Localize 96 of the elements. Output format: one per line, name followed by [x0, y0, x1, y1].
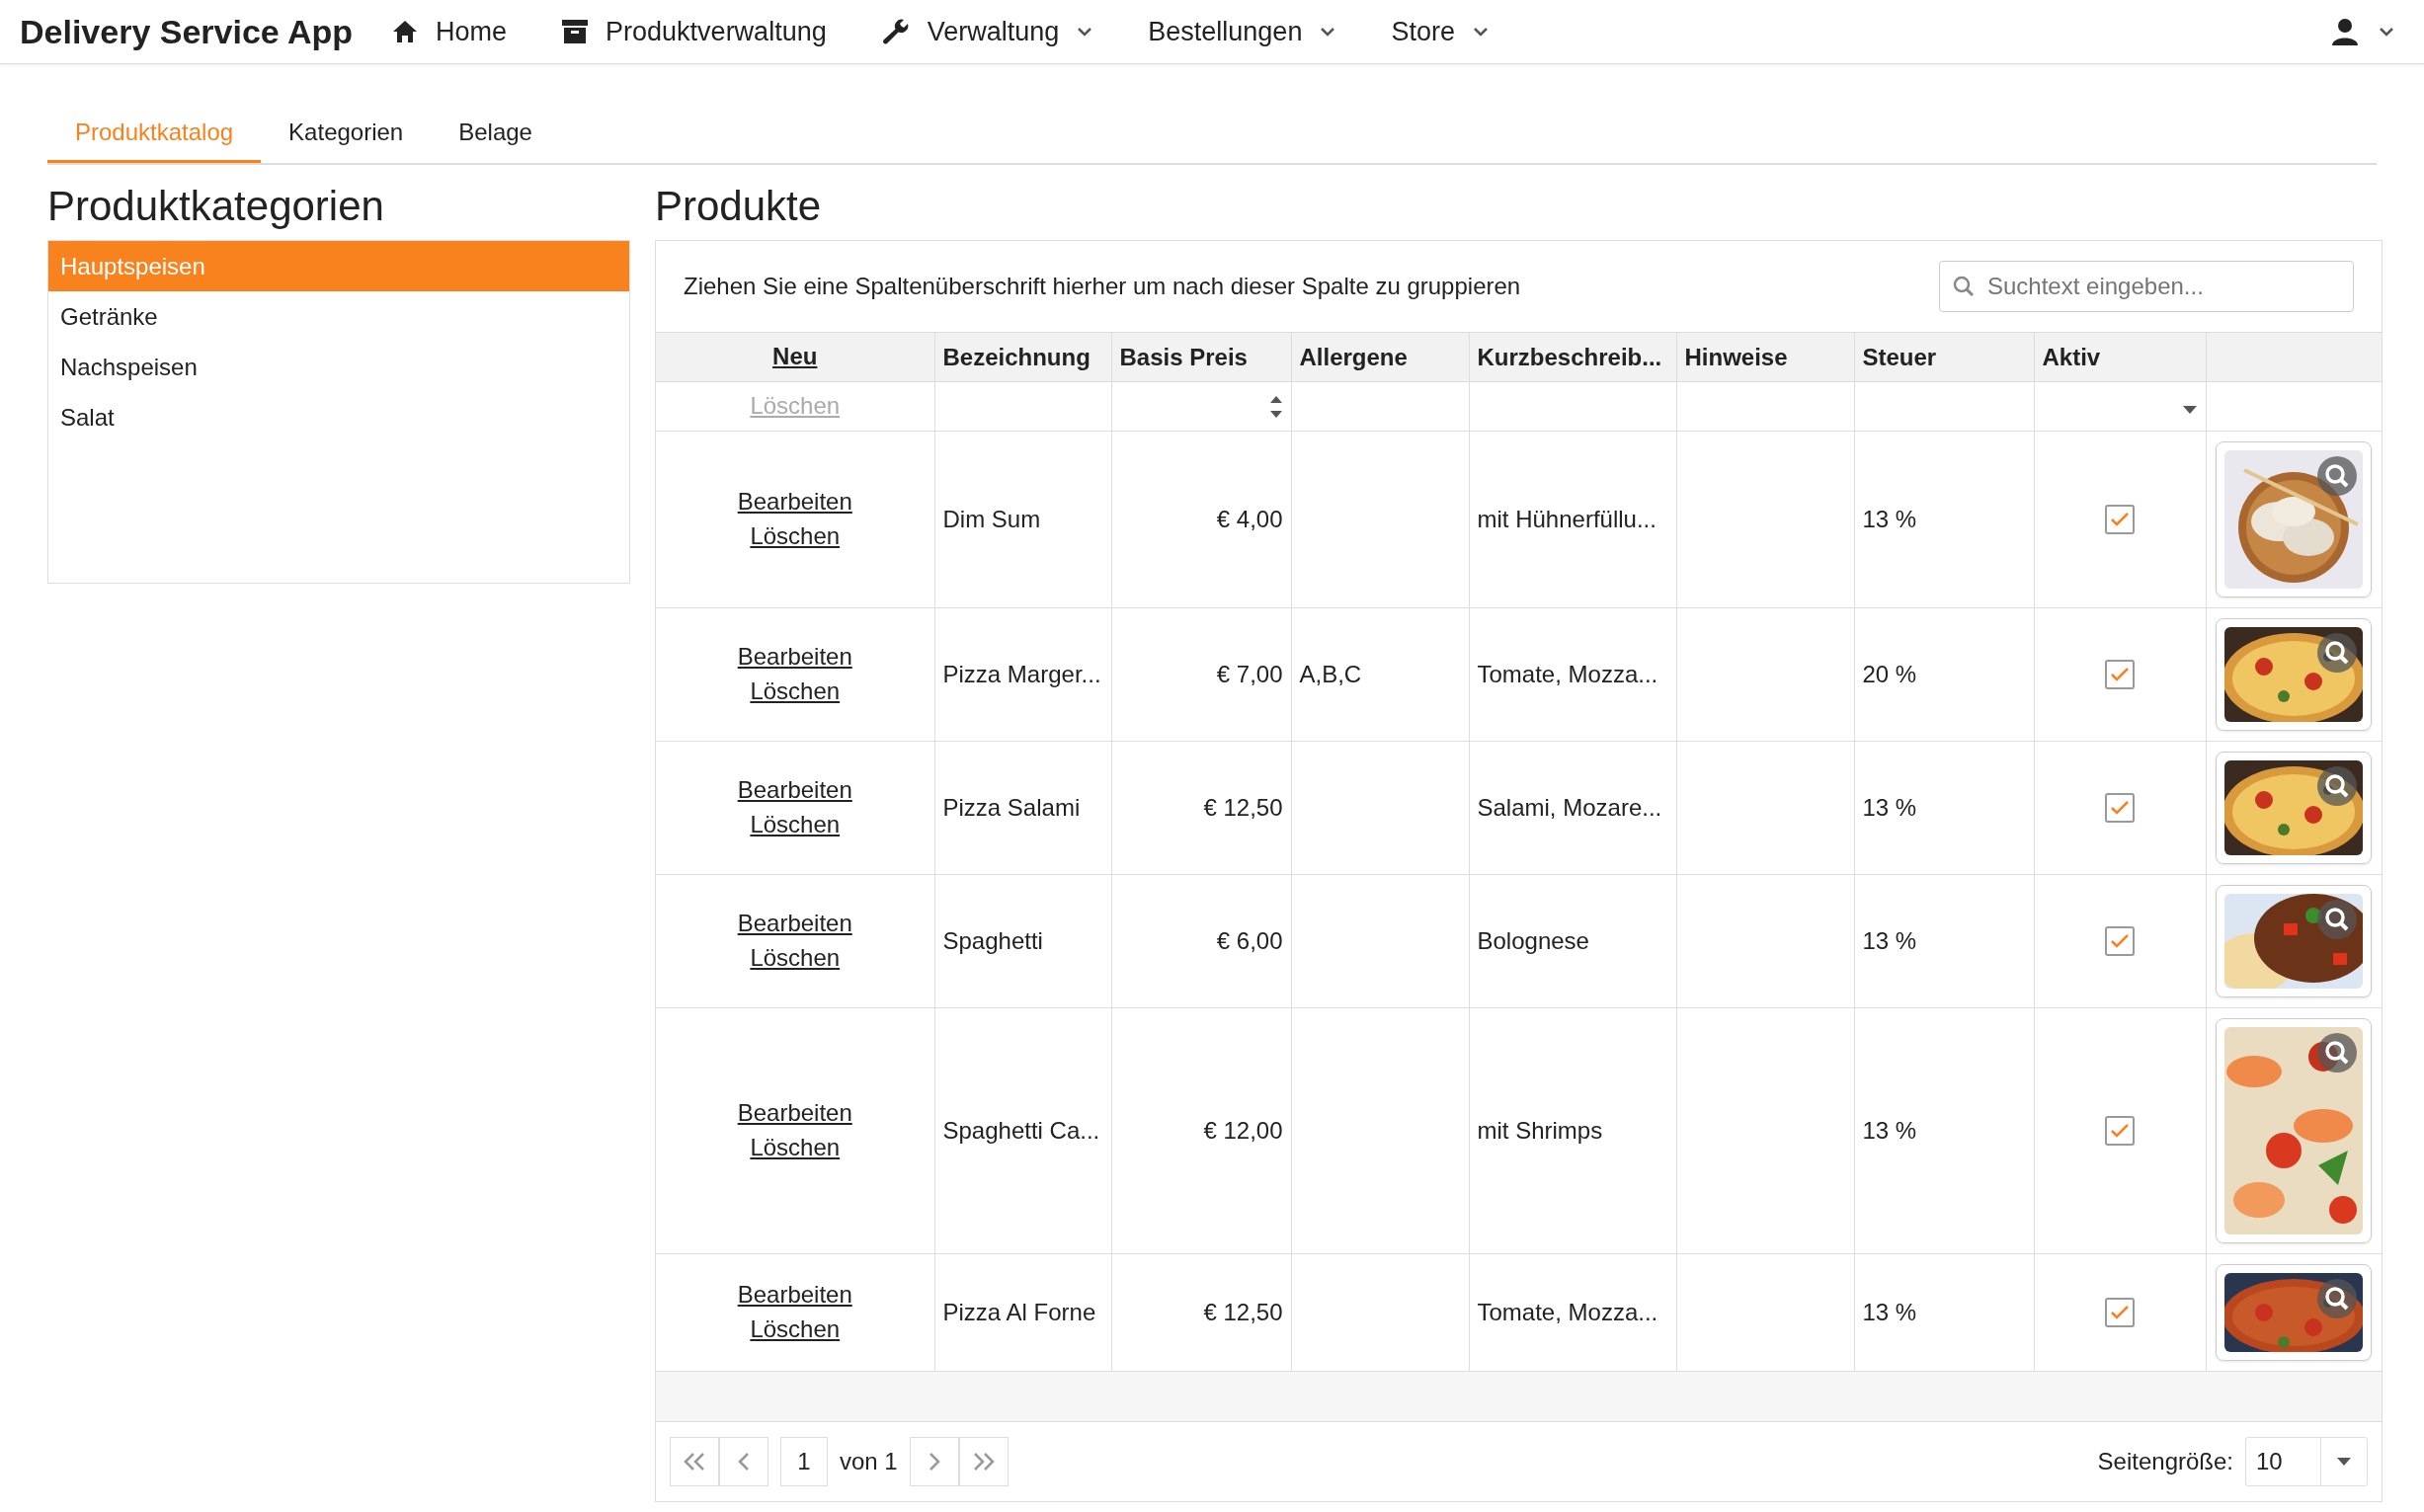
nav-item[interactable]: Home	[392, 16, 508, 47]
delete-link[interactable]: Löschen	[750, 522, 841, 549]
edit-link[interactable]: Bearbeiten	[737, 1099, 852, 1127]
section-title: Produktkategorien	[47, 183, 385, 230]
table-cell: 13 %	[1862, 927, 1917, 954]
nav-item[interactable]: Produktverwaltung	[562, 16, 827, 47]
zoom-icon[interactable]	[2317, 900, 2358, 939]
table-cell: 13 %	[1862, 794, 1917, 821]
new-link[interactable]: Neu	[772, 343, 818, 370]
checkbox[interactable]	[2105, 660, 2135, 690]
image-thumbnail[interactable]	[2216, 441, 2373, 597]
table-cell: mit Hühnerfüllu...	[1477, 506, 1656, 532]
page-size-select[interactable]: 10	[2245, 1437, 2368, 1486]
checkbox[interactable]	[2105, 793, 2135, 824]
tab[interactable]: Kategorien	[261, 104, 432, 163]
check-icon	[2110, 933, 2130, 950]
edit-link[interactable]: Bearbeiten	[737, 643, 852, 671]
table-cell: Pizza Marger...	[942, 661, 1101, 687]
image-thumbnail[interactable]	[2216, 752, 2373, 864]
nav-item[interactable]: Bestellungen	[1148, 16, 1336, 47]
category-item[interactable]: Salat	[48, 392, 629, 442]
edit-link[interactable]: Bearbeiten	[737, 488, 852, 516]
table-cell: € 6,00	[1216, 927, 1283, 954]
table-cell: Salami, Mozare...	[1477, 794, 1662, 821]
image-thumbnail[interactable]	[2216, 618, 2373, 731]
table-cell: € 7,00	[1216, 661, 1283, 687]
table-cell: Tomate, Mozza...	[1477, 1299, 1658, 1325]
search-field[interactable]: Suchtext eingeben...	[1939, 261, 2354, 312]
home-icon	[392, 20, 419, 43]
double-chevron-left-icon	[683, 1452, 706, 1472]
delete-link[interactable]: Löschen	[750, 677, 841, 704]
table-cell: 13 %	[1862, 1117, 1917, 1144]
table-cell: 13 %	[1862, 506, 1917, 532]
category-item[interactable]: Nachspeisen	[48, 342, 629, 392]
check-icon	[2110, 1123, 2130, 1140]
zoom-icon[interactable]	[2317, 1033, 2358, 1073]
table-cell: € 12,50	[1203, 794, 1283, 821]
table-cell: € 12,00	[1203, 1117, 1283, 1144]
zoom-icon[interactable]	[2317, 456, 2358, 496]
page-size-label: Seitengröße:	[2097, 1448, 2233, 1475]
wrench-icon	[881, 18, 910, 45]
checkbox[interactable]	[2105, 1116, 2135, 1147]
zoom-icon[interactable]	[2317, 633, 2358, 673]
zoom-icon[interactable]	[2317, 766, 2358, 806]
first-page-button[interactable]	[670, 1437, 719, 1486]
dropdown-caret-icon	[2336, 1457, 2352, 1467]
edit-link[interactable]: Bearbeiten	[737, 1281, 852, 1309]
tab[interactable]: Belage	[431, 104, 560, 163]
table-cell: Dim Sum	[942, 506, 1041, 532]
image-thumbnail[interactable]	[2216, 885, 2373, 997]
image-thumbnail[interactable]	[2216, 1018, 2373, 1243]
column-header[interactable]: Aktiv	[2042, 343, 2101, 370]
page-count: von 1	[840, 1448, 898, 1475]
image-thumbnail[interactable]	[2216, 1264, 2373, 1361]
table-cell: Pizza Al Forne	[942, 1299, 1096, 1325]
page-number-field[interactable]: 1	[780, 1437, 828, 1486]
nav-item[interactable]: Store	[1391, 16, 1489, 47]
edit-link[interactable]: Bearbeiten	[737, 910, 852, 937]
nav-item[interactable]: Verwaltung	[881, 16, 1093, 47]
category-item[interactable]: Getränke	[48, 291, 629, 342]
chevron-down-icon	[2379, 27, 2394, 37]
table-cell: 13 %	[1862, 1299, 1917, 1325]
table-cell: Pizza Salami	[942, 794, 1081, 821]
group-hint: Ziehen Sie eine Spaltenüberschrift hierher um nach dieser Spalte zu gruppieren	[684, 273, 1521, 300]
chevron-right-icon	[927, 1452, 941, 1472]
section-title: Produkte	[655, 183, 823, 230]
check-icon	[2110, 1305, 2130, 1321]
table-cell: € 4,00	[1216, 506, 1283, 532]
chevron-left-icon	[737, 1452, 751, 1472]
double-chevron-right-icon	[971, 1452, 996, 1472]
edit-link[interactable]: Bearbeiten	[737, 776, 852, 804]
app-title[interactable]: Delivery Service App	[20, 12, 354, 51]
last-page-button[interactable]	[958, 1437, 1009, 1486]
check-icon	[2110, 667, 2130, 683]
box-icon	[562, 19, 589, 44]
checkbox[interactable]	[2105, 1298, 2135, 1328]
checkbox[interactable]	[2105, 505, 2135, 535]
delete-link[interactable]: Löschen	[750, 944, 841, 971]
check-icon	[2110, 800, 2130, 817]
search-icon	[1953, 276, 1975, 297]
table-cell: € 12,50	[1203, 1299, 1283, 1325]
table-cell: Bolognese	[1477, 927, 1589, 954]
delete-link[interactable]: Löschen	[750, 1315, 841, 1342]
table-cell: 20 %	[1862, 661, 1917, 687]
table-cell: Spaghetti	[942, 927, 1043, 954]
zoom-icon[interactable]	[2317, 1279, 2358, 1318]
table-cell: A,B,C	[1299, 661, 1362, 687]
dropdown-caret-icon[interactable]	[2181, 404, 2198, 415]
delete-link[interactable]: Löschen	[750, 1134, 841, 1160]
table-cell: Spaghetti Ca...	[942, 1117, 1100, 1144]
table-cell: mit Shrimps	[1477, 1117, 1603, 1144]
delete-link[interactable]: Löschen	[750, 811, 841, 837]
check-icon	[2110, 512, 2130, 528]
checkbox[interactable]	[2105, 926, 2135, 957]
user-icon	[2331, 18, 2359, 45]
table-cell: Tomate, Mozza...	[1477, 661, 1658, 687]
